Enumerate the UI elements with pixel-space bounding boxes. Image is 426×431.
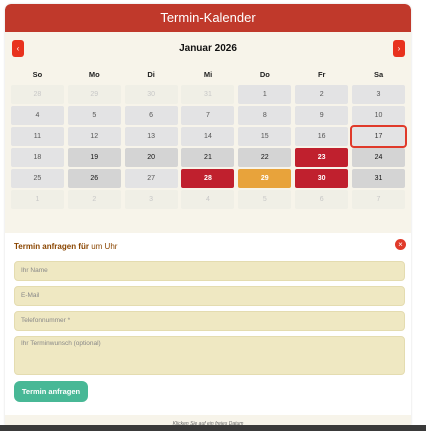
- submit-request-button[interactable]: Termin anfragen: [14, 381, 88, 402]
- prev-month-button[interactable]: ‹: [12, 40, 24, 57]
- calendar-day[interactable]: 1: [238, 85, 292, 104]
- calendar-day[interactable]: 19: [67, 148, 121, 167]
- calendar-week-row: 4 5 6 7 8 9 10: [9, 106, 407, 125]
- calendar-day[interactable]: 16: [295, 127, 349, 146]
- calendar-weeks: 28 29 30 31 1 2 3 4 5 6 7 8 9 10 11 12 13 14 15 16 17 18 19 20 2…: [9, 85, 407, 209]
- calendar-day[interactable]: 24: [351, 148, 405, 167]
- calendar-day: 6: [295, 190, 349, 209]
- calendar-day[interactable]: 6: [124, 106, 178, 125]
- calendar-day[interactable]: 21: [181, 148, 235, 167]
- calendar-week-row: 18 19 20 21 22 23 24: [9, 148, 407, 167]
- calendar-title: Termin-Kalender: [5, 4, 411, 32]
- calendar-day[interactable]: 17: [349, 125, 407, 148]
- calendar-day[interactable]: 26: [67, 169, 121, 188]
- calendar-day[interactable]: 7: [181, 106, 235, 125]
- calendar-widget: Termin-Kalender ‹ Januar 2026 › So Mo Di Mi…: [5, 4, 411, 425]
- form-title: Termin anfragen für um Uhr: [14, 242, 117, 251]
- calendar-day: 3: [124, 190, 178, 209]
- form-title-time: um Uhr: [88, 242, 118, 251]
- calendar-day[interactable]: 28: [181, 169, 235, 188]
- calendar-week-row: 1234567: [9, 190, 407, 209]
- calendar-day[interactable]: 9: [295, 106, 349, 125]
- calendar-day[interactable]: 25: [10, 169, 64, 188]
- weekday-label: Sa: [373, 70, 384, 79]
- appointment-wish-textarea[interactable]: Ihr Terminwunsch (optional): [14, 336, 405, 375]
- calendar-day[interactable]: 15: [238, 127, 292, 146]
- calendar-week-row: 25 26 27 28 29 30 31: [9, 169, 407, 188]
- calendar-day: 31: [181, 85, 235, 104]
- calendar-day[interactable]: 30: [295, 169, 349, 188]
- calendar-day[interactable]: 2: [295, 85, 349, 104]
- calendar-day[interactable]: 11: [10, 127, 64, 146]
- calendar-day[interactable]: 20: [124, 148, 178, 167]
- weekday-label: Di: [147, 70, 155, 79]
- calendar-week-row: 28 29 30 31 1 2 3: [9, 85, 407, 104]
- phone-input[interactable]: Telefonnummer *: [14, 311, 405, 331]
- name-input[interactable]: Ihr Name: [14, 261, 405, 281]
- calendar-day[interactable]: 4: [10, 106, 64, 125]
- calendar-day: 30: [124, 85, 178, 104]
- calendar-day[interactable]: 12: [67, 127, 121, 146]
- calendar-day[interactable]: 22: [238, 148, 292, 167]
- weekday-label: Do: [259, 70, 270, 79]
- weekday-label: So: [32, 70, 43, 79]
- next-month-button[interactable]: ›: [393, 40, 405, 57]
- weekday-label: Mi: [203, 70, 213, 79]
- calendar-day: 5: [238, 190, 292, 209]
- calendar-day[interactable]: 13: [124, 127, 178, 146]
- form-title-bold: Termin anfragen für: [14, 242, 89, 251]
- weekday-header-row: So Mo Di Mi Do Fr Sa: [9, 67, 407, 83]
- month-label: Januar 2026: [179, 43, 237, 54]
- calendar-grid: So Mo Di Mi Do Fr Sa 28 29 30 31 1 2 3 4 5 6 7 8 9 10 11 12 13…: [9, 67, 407, 209]
- calendar-day: 29: [67, 85, 121, 104]
- close-form-button[interactable]: ×: [395, 239, 406, 250]
- window-bottom-edge: [0, 425, 426, 431]
- calendar-day[interactable]: 18: [10, 148, 64, 167]
- calendar-day[interactable]: 23: [295, 148, 349, 167]
- calendar-day[interactable]: 5: [67, 106, 121, 125]
- weekday-label: Fr: [317, 70, 326, 79]
- calendar-day[interactable]: 29: [238, 169, 292, 188]
- calendar-day: 2: [67, 190, 121, 209]
- calendar-week-row: 11 12 13 14 15 16 17: [9, 125, 407, 148]
- calendar-day: 1: [10, 190, 64, 209]
- calendar-day[interactable]: 10: [351, 106, 405, 125]
- calendar-day[interactable]: 3: [351, 85, 405, 104]
- calendar-day[interactable]: 27: [124, 169, 178, 188]
- calendar-day[interactable]: 31: [351, 169, 405, 188]
- calendar-day: 4: [181, 190, 235, 209]
- weekday-label: Mo: [88, 70, 100, 79]
- email-input[interactable]: E-Mail: [14, 286, 405, 306]
- month-navigation: ‹ Januar 2026 ›: [5, 38, 411, 66]
- footer-hint: Klicken Sie auf ein freies Datum: [5, 415, 411, 425]
- calendar-day[interactable]: 14: [181, 127, 235, 146]
- calendar-day[interactable]: 8: [238, 106, 292, 125]
- calendar-day: 7: [351, 190, 405, 209]
- appointment-form: Termin anfragen für um Uhr × Ihr Name E-…: [5, 233, 411, 415]
- calendar-day: 28: [10, 85, 64, 104]
